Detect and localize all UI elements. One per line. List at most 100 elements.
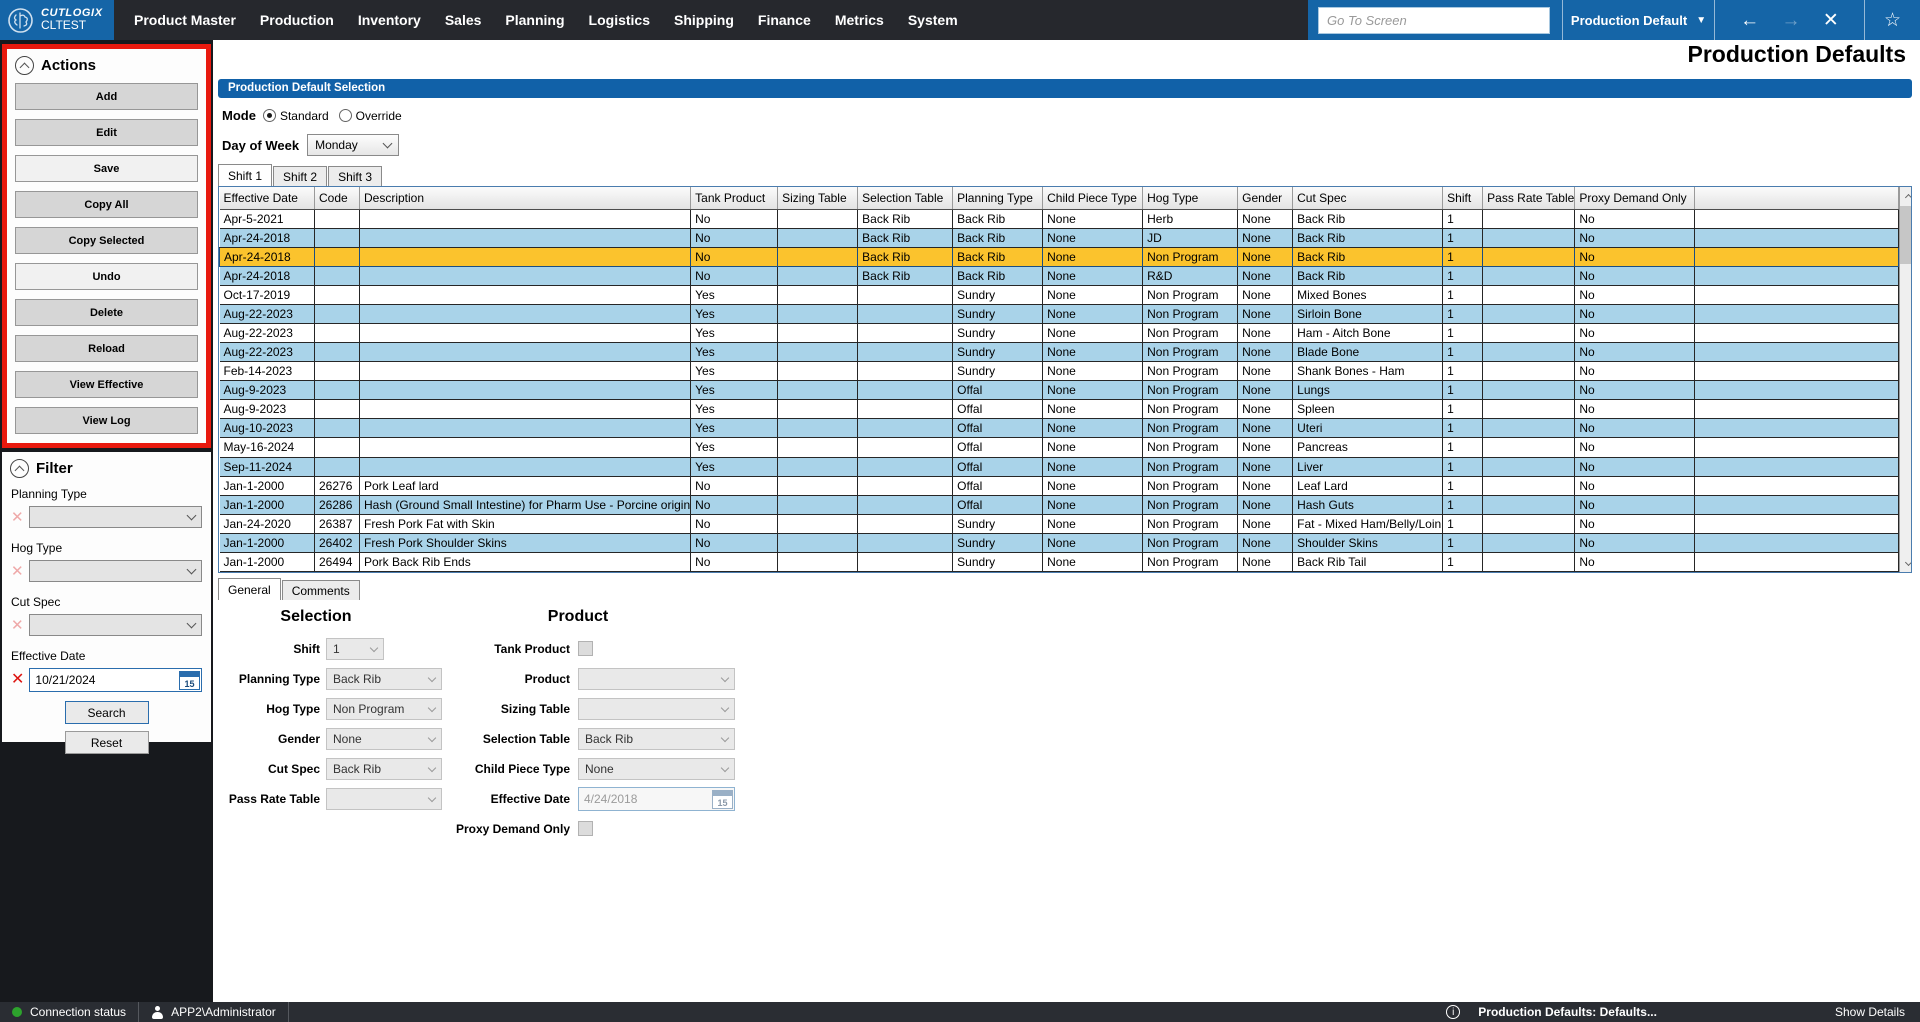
grid-cell[interactable]: May-16-2024 <box>220 438 315 457</box>
table-row[interactable]: Aug-10-2023YesOffalNoneNon ProgramNoneUt… <box>220 419 1899 438</box>
grid-cell[interactable]: No <box>1575 209 1695 228</box>
grid-cell[interactable] <box>1483 419 1575 438</box>
grid-cell[interactable] <box>778 457 858 476</box>
grid-cell[interactable]: Spleen <box>1293 400 1443 419</box>
grid-cell-filler[interactable] <box>1695 552 1899 571</box>
grid-cell[interactable] <box>360 419 691 438</box>
calendar-icon[interactable]: 15 <box>712 790 733 809</box>
child-piece-type-select[interactable]: None <box>578 758 735 780</box>
grid-cell[interactable]: None <box>1238 438 1293 457</box>
grid-cell[interactable] <box>1483 457 1575 476</box>
table-row[interactable]: Aug-22-2023YesSundryNoneNon ProgramNoneB… <box>220 343 1899 362</box>
grid-cell[interactable]: R&D <box>1143 266 1238 285</box>
edit-button[interactable]: Edit <box>15 119 198 146</box>
grid-cell[interactable]: 1 <box>1443 419 1483 438</box>
grid-cell[interactable] <box>360 343 691 362</box>
grid-cell[interactable]: 26387 <box>315 514 360 533</box>
grid-cell[interactable]: None <box>1238 533 1293 552</box>
grid-cell[interactable]: None <box>1043 209 1143 228</box>
actions-panel-header[interactable]: Actions <box>7 49 206 80</box>
grid-cell[interactable]: Pork Leaf lard <box>360 476 691 495</box>
grid-cell[interactable]: 1 <box>1443 552 1483 571</box>
grid-cell[interactable] <box>858 438 953 457</box>
grid-cell[interactable] <box>1483 285 1575 304</box>
table-row[interactable]: Apr-5-2021NoBack RibBack RibNoneHerbNone… <box>220 209 1899 228</box>
column-header-tank-product[interactable]: Tank Product <box>691 187 778 209</box>
grid-cell[interactable]: Non Program <box>1143 400 1238 419</box>
grid-cell[interactable] <box>360 438 691 457</box>
grid-cell[interactable]: None <box>1043 419 1143 438</box>
grid-cell[interactable]: No <box>1575 400 1695 419</box>
grid-cell[interactable] <box>858 362 953 381</box>
grid-cell[interactable]: None <box>1238 495 1293 514</box>
grid-cell[interactable] <box>778 209 858 228</box>
grid-cell[interactable] <box>360 381 691 400</box>
grid-cell[interactable] <box>778 266 858 285</box>
cut-spec-filter-select[interactable] <box>29 614 202 636</box>
grid-cell[interactable] <box>1483 533 1575 552</box>
grid-cell-filler[interactable] <box>1695 533 1899 552</box>
grid-cell[interactable] <box>315 266 360 285</box>
grid-cell[interactable]: JD <box>1143 228 1238 247</box>
user-segment[interactable]: APP2\Administrator <box>139 1002 289 1022</box>
grid-cell[interactable]: Apr-24-2018 <box>220 266 315 285</box>
grid-cell[interactable]: Back Rib <box>953 209 1043 228</box>
grid-cell[interactable]: No <box>1575 514 1695 533</box>
grid-cell[interactable]: No <box>1575 228 1695 247</box>
grid-cell[interactable] <box>858 304 953 323</box>
grid-cell[interactable]: None <box>1238 552 1293 571</box>
sizing-table-select[interactable] <box>578 698 735 720</box>
grid-cell[interactable]: None <box>1238 323 1293 342</box>
grid-cell-filler[interactable] <box>1695 419 1899 438</box>
grid-cell[interactable] <box>315 438 360 457</box>
grid-cell[interactable]: Aug-22-2023 <box>220 304 315 323</box>
menu-item-metrics[interactable]: Metrics <box>823 12 896 28</box>
grid-cell[interactable] <box>1483 476 1575 495</box>
grid-cell[interactable]: Sep-11-2024 <box>220 457 315 476</box>
grid-cell[interactable]: Back Rib <box>858 209 953 228</box>
grid-cell[interactable]: None <box>1043 438 1143 457</box>
grid-cell[interactable]: None <box>1043 343 1143 362</box>
grid-cell[interactable]: Back Rib <box>1293 209 1443 228</box>
grid-cell[interactable]: None <box>1043 362 1143 381</box>
vertical-scrollbar[interactable] <box>1899 187 1912 572</box>
grid-cell[interactable]: Back Rib <box>953 247 1043 266</box>
tab-shift-2[interactable]: Shift 2 <box>273 166 327 186</box>
grid-cell[interactable] <box>778 533 858 552</box>
grid-cell[interactable]: Offal <box>953 438 1043 457</box>
day-of-week-select[interactable]: Monday <box>307 134 399 156</box>
show-details-link[interactable]: Show Details <box>1835 1005 1920 1019</box>
grid-cell[interactable] <box>778 381 858 400</box>
grid-cell[interactable]: Hash Guts <box>1293 495 1443 514</box>
grid-cell-filler[interactable] <box>1695 438 1899 457</box>
grid-cell[interactable]: Yes <box>691 323 778 342</box>
table-row[interactable]: Jan-1-200026494Pork Back Rib EndsNoSundr… <box>220 552 1899 571</box>
grid-cell[interactable]: Sundry <box>953 362 1043 381</box>
grid-cell[interactable]: 1 <box>1443 343 1483 362</box>
table-row[interactable]: Apr-24-2018NoBack RibBack RibNoneNon Pro… <box>220 247 1899 266</box>
grid-cell[interactable]: 26286 <box>315 495 360 514</box>
grid-cell[interactable]: None <box>1043 228 1143 247</box>
delete-button[interactable]: Delete <box>15 299 198 326</box>
grid-cell[interactable] <box>778 323 858 342</box>
clear-filter-icon[interactable]: ✕ <box>11 510 24 525</box>
menu-item-finance[interactable]: Finance <box>746 12 823 28</box>
copy-selected-button[interactable]: Copy Selected <box>15 227 198 254</box>
clear-date-icon[interactable]: ✕ <box>11 672 24 688</box>
grid-cell[interactable] <box>778 304 858 323</box>
clear-filter-icon[interactable]: ✕ <box>11 618 24 633</box>
scrollbar-thumb[interactable] <box>1900 206 1912 264</box>
table-row[interactable]: Oct-17-2019YesSundryNoneNon ProgramNoneM… <box>220 285 1899 304</box>
grid-cell-filler[interactable] <box>1695 209 1899 228</box>
grid-cell[interactable] <box>858 381 953 400</box>
grid-cell[interactable]: Non Program <box>1143 323 1238 342</box>
table-row[interactable]: May-16-2024YesOffalNoneNon ProgramNonePa… <box>220 438 1899 457</box>
grid-cell[interactable] <box>315 247 360 266</box>
grid-cell[interactable]: None <box>1043 266 1143 285</box>
grid-cell[interactable]: Jan-1-2000 <box>220 533 315 552</box>
grid-cell[interactable]: Aug-9-2023 <box>220 381 315 400</box>
grid-cell[interactable]: 1 <box>1443 400 1483 419</box>
grid-cell[interactable]: Sundry <box>953 304 1043 323</box>
grid-cell[interactable]: None <box>1043 381 1143 400</box>
grid-cell[interactable]: Apr-24-2018 <box>220 228 315 247</box>
